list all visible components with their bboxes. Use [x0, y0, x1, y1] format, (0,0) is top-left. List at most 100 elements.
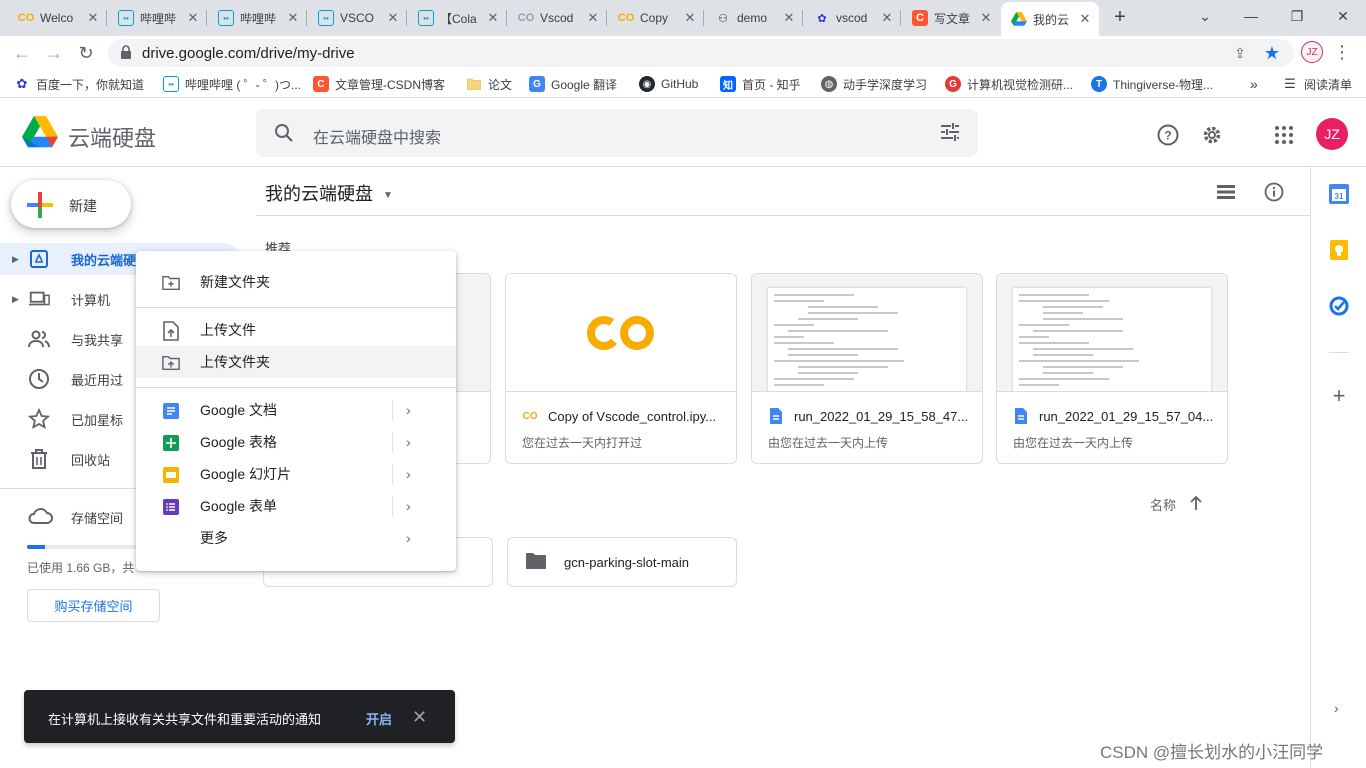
google-docs-icon: [768, 408, 784, 424]
expand-arrow-icon[interactable]: ▶: [12, 254, 19, 265]
storage-label: 存储空间: [71, 511, 124, 526]
browser-profile-avatar[interactable]: JZ: [1301, 41, 1323, 63]
bookmark-item[interactable]: 知首页 - 知乎: [720, 76, 801, 92]
page-title[interactable]: 我的云端硬盘 ▼: [265, 180, 393, 206]
submenu-arrow-icon: ›: [406, 498, 411, 514]
reload-icon[interactable]: ↻: [74, 41, 98, 65]
browser-tab[interactable]: C 写文章 ✕: [902, 4, 1000, 32]
browser-tab[interactable]: CO Copy ✕: [608, 4, 704, 32]
calendar-icon[interactable]: 31: [1329, 184, 1349, 204]
tab-close-icon[interactable]: ✕: [682, 10, 698, 26]
tasks-icon[interactable]: [1329, 296, 1349, 316]
expand-arrow-icon[interactable]: ▶: [12, 294, 19, 305]
suggested-file-card[interactable]: run_2022_01_29_15_58_47... 由您在过去一天内上传: [751, 273, 983, 464]
buy-storage-button[interactable]: 购买存储空间: [27, 589, 160, 622]
bookmark-item[interactable]: ◉ GitHub: [639, 76, 698, 92]
tab-close-icon[interactable]: ✕: [1077, 11, 1093, 27]
url-field[interactable]: drive.google.com/drive/my-drive: [108, 39, 1294, 67]
bookmarks-overflow-button[interactable]: »: [1250, 76, 1258, 92]
svg-text:?: ?: [1164, 129, 1171, 143]
maximize-button[interactable]: ❐: [1274, 0, 1320, 32]
bookmark-item[interactable]: T Thingiverse-物理...: [1091, 76, 1213, 92]
suggested-file-card[interactable]: run_2022_01_29_15_57_04... 由您在过去一天内上传: [996, 273, 1228, 464]
bookmark-item[interactable]: •• 哔哩哔哩 ( ゜- ゜)つ...: [163, 76, 301, 92]
dropdown-caret-icon[interactable]: ▼: [383, 190, 393, 201]
browser-tab[interactable]: CO Welco ✕: [8, 4, 107, 32]
tab-close-icon[interactable]: ✕: [978, 10, 994, 26]
enable-notifications-button[interactable]: 开启: [366, 709, 392, 728]
settings-gear-icon[interactable]: [1200, 123, 1224, 147]
browser-tab[interactable]: ⚇ demo ✕: [705, 4, 803, 32]
apps-grid-icon[interactable]: [1272, 123, 1296, 147]
bookmark-item[interactable]: C 文章管理-CSDN博客: [313, 76, 445, 92]
suggested-file-card[interactable]: CO Copy of Vscode_control.ipy... 您在过去一天内打…: [505, 273, 737, 464]
close-icon[interactable]: ✕: [412, 707, 427, 728]
tab-close-icon[interactable]: ✕: [285, 10, 301, 26]
tab-close-icon[interactable]: ✕: [879, 10, 895, 26]
browser-tab[interactable]: •• 【Cola ✕: [408, 4, 507, 32]
baidu-icon: ✿: [817, 12, 827, 25]
minimize-button[interactable]: —: [1228, 0, 1274, 32]
search-input[interactable]: 在云端硬盘中搜索: [313, 124, 441, 148]
folder-item[interactable]: gcn-parking-slot-main: [507, 537, 737, 587]
account-avatar[interactable]: JZ: [1316, 118, 1348, 150]
menu-item-google-slides[interactable]: Google 幻灯片 ›: [136, 458, 456, 490]
sort-by-name-button[interactable]: 名称: [1150, 495, 1202, 514]
new-button[interactable]: 新建: [11, 180, 131, 228]
menu-item-upload-file[interactable]: 上传文件: [136, 314, 456, 346]
menu-item-google-forms[interactable]: Google 表单 ›: [136, 490, 456, 522]
bookmark-item[interactable]: G Google 翻译: [529, 76, 617, 92]
add-addon-icon[interactable]: +: [1329, 383, 1349, 408]
browser-tab[interactable]: ✿ vscod ✕: [804, 4, 901, 32]
file-name: Copy of Vscode_control.ipy...: [548, 408, 717, 424]
bilibili-icon: ••: [418, 10, 434, 26]
browser-tab[interactable]: •• 哔哩哔 ✕: [208, 4, 307, 32]
new-item-context-menu: 新建文件夹 上传文件 上传文件夹 Google 文档 › Google 表格 ›…: [136, 251, 456, 571]
share-icon[interactable]: ⇪: [1228, 41, 1252, 65]
file-activity: 您在过去一天内打开过: [522, 436, 643, 450]
search-icon[interactable]: [274, 123, 294, 146]
tab-close-icon[interactable]: ✕: [85, 10, 101, 26]
bookmark-item[interactable]: 论文: [466, 76, 512, 92]
tab-search-icon[interactable]: ⌄: [1182, 0, 1228, 32]
collapse-panel-icon[interactable]: ›: [1334, 700, 1339, 716]
bookmark-item[interactable]: ◍ 动手学深度学习: [821, 76, 927, 92]
address-bar: ← → ↻ drive.google.com/drive/my-drive ⇪ …: [0, 36, 1366, 70]
back-icon[interactable]: ←: [10, 41, 34, 65]
forward-icon[interactable]: →: [42, 41, 66, 65]
menu-item-new-folder[interactable]: 新建文件夹: [136, 266, 456, 298]
menu-item-google-docs[interactable]: Google 文档 ›: [136, 394, 456, 426]
close-window-button[interactable]: ✕: [1320, 0, 1366, 32]
bookmark-item[interactable]: ✿ 百度一下，你就知道: [14, 76, 144, 92]
google-slides-icon: [162, 466, 180, 484]
help-icon[interactable]: ?: [1156, 123, 1180, 147]
browser-tab-active[interactable]: 我的云 ✕: [1001, 2, 1099, 36]
reading-list-button[interactable]: ☰ 阅读清单: [1282, 76, 1352, 92]
menu-item-more[interactable]: 更多 ›: [136, 522, 456, 554]
tab-close-icon[interactable]: ✕: [585, 10, 601, 26]
menu-item-google-sheets[interactable]: Google 表格 ›: [136, 426, 456, 458]
info-icon[interactable]: [1263, 181, 1285, 203]
tab-close-icon[interactable]: ✕: [781, 10, 797, 26]
upload-folder-icon: [162, 354, 180, 372]
google-drive-icon: [1011, 11, 1027, 27]
new-tab-button[interactable]: +: [1108, 6, 1132, 30]
search-options-icon[interactable]: [940, 123, 960, 144]
google-drive-logo-icon[interactable]: [22, 116, 58, 151]
tab-close-icon[interactable]: ✕: [385, 10, 401, 26]
menu-item-upload-folder[interactable]: 上传文件夹: [136, 346, 456, 378]
tab-close-icon[interactable]: ✕: [485, 10, 501, 26]
keep-icon[interactable]: [1329, 240, 1349, 260]
tab-close-icon[interactable]: ✕: [185, 10, 201, 26]
browser-tab[interactable]: •• VSCO ✕: [308, 4, 407, 32]
more-menu-icon[interactable]: ⋮: [1330, 40, 1354, 64]
search-bar[interactable]: 在云端硬盘中搜索: [256, 109, 978, 157]
snackbar-text: 在计算机上接收有关共享文件和重要活动的通知: [48, 712, 322, 727]
bookmark-item[interactable]: G 计算机视觉检测研...: [945, 76, 1073, 92]
list-view-icon[interactable]: [1215, 181, 1237, 203]
browser-tab[interactable]: CO Vscod ✕: [508, 4, 607, 32]
bookmark-star-icon[interactable]: ★: [1260, 41, 1284, 65]
browser-tab[interactable]: •• 哔哩哔 ✕: [108, 4, 207, 32]
document-preview: [768, 288, 966, 391]
github-icon: ◉: [639, 76, 655, 92]
